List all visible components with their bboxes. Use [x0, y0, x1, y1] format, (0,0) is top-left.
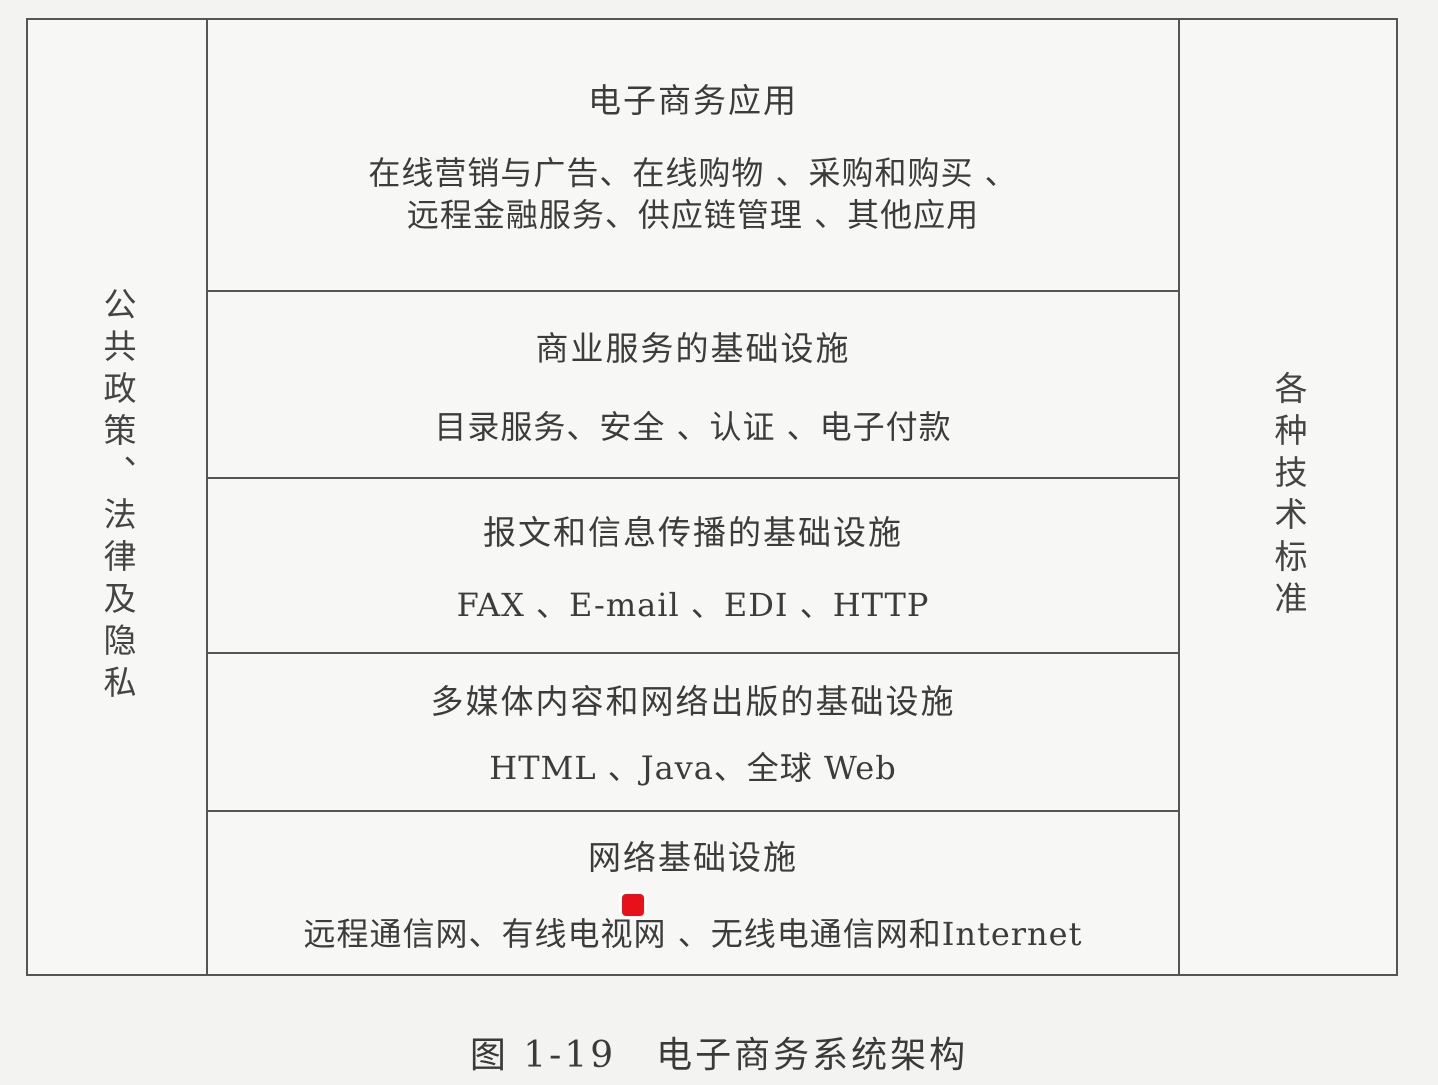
layer-items: 目录服务、安全 、认证 、电子付款	[434, 407, 952, 446]
layer-title: 电子商务应用	[588, 81, 798, 120]
technical-standards-label: 各种技术标准	[1269, 371, 1308, 623]
layer-messaging-infrastructure: 报文和信息传播的基础设施 FAX 、E-mail 、EDI 、HTTP	[208, 477, 1178, 652]
layer-items: FAX 、E-mail 、EDI 、HTTP	[456, 585, 930, 624]
technical-standards-column: 各种技术标准	[1178, 20, 1396, 974]
layer-network-infrastructure: 网络基础设施 远程通信网、有线电视网 、无线电通信网和Internet	[208, 810, 1178, 974]
layer-title: 网络基础设施	[588, 838, 798, 877]
public-policy-label: 公共政策、法律及隐私	[98, 287, 137, 707]
layer-items: HTML 、Java、全球 Web	[489, 749, 897, 787]
figure-number: 图 1-19	[469, 1035, 617, 1076]
layer-multimedia-publishing-infrastructure: 多媒体内容和网络出版的基础设施 HTML 、Java、全球 Web	[208, 652, 1178, 810]
architecture-diagram: 公共政策、法律及隐私 电子商务应用 在线营销与广告、在线购物 、采购和购买 、 …	[26, 18, 1398, 976]
layer-items: 远程通信网、有线电视网 、无线电通信网和Internet	[303, 915, 1083, 953]
layer-business-services-infrastructure: 商业服务的基础设施 目录服务、安全 、认证 、电子付款	[208, 290, 1178, 477]
layer-title: 商业服务的基础设施	[535, 328, 851, 368]
layer-title: 多媒体内容和网络出版的基础设施	[430, 682, 956, 721]
layer-ecommerce-applications: 电子商务应用 在线营销与广告、在线购物 、采购和购买 、 远程金融服务、供应链管…	[208, 20, 1178, 290]
figure-title: 电子商务系统架构	[656, 1035, 969, 1076]
layer-items: 在线营销与广告、在线购物 、采购和购买 、 远程金融服务、供应链管理 、其他应用	[368, 154, 1018, 234]
public-policy-column: 公共政策、法律及隐私	[28, 20, 208, 974]
figure-caption: 图 1-19 电子商务系统架构	[0, 1026, 1438, 1078]
layer-title: 报文和信息传播的基础设施	[483, 512, 903, 552]
layer-stack: 电子商务应用 在线营销与广告、在线购物 、采购和购买 、 远程金融服务、供应链管…	[208, 20, 1178, 974]
